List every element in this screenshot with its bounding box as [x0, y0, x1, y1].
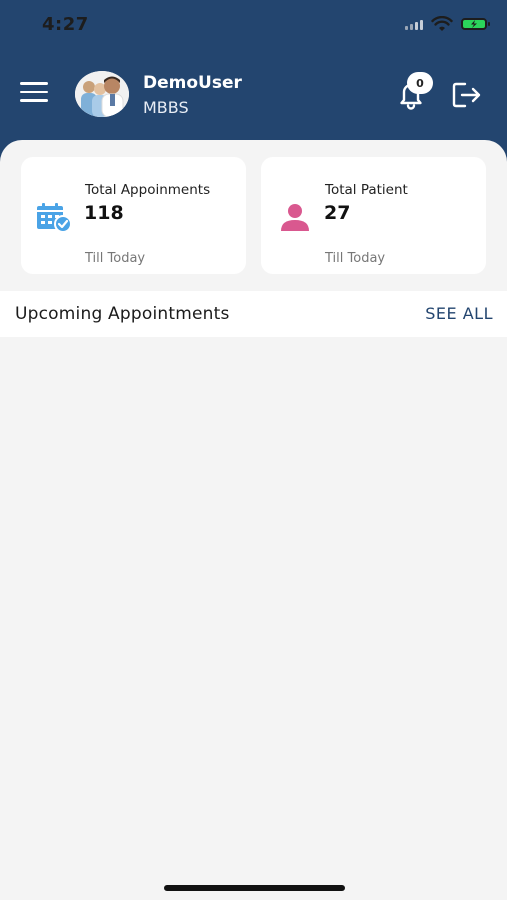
logout-icon [452, 82, 481, 108]
logout-button[interactable] [451, 80, 483, 110]
notification-badge: 0 [407, 72, 433, 94]
user-degree: MBBS [143, 98, 189, 117]
avatar[interactable] [75, 71, 129, 117]
user-name: DemoUser [143, 73, 242, 93]
main-content: Total Appoinments 118 Till Today Total P… [0, 140, 507, 900]
card-title: Total Patient [325, 182, 408, 198]
total-appointments-card[interactable]: Total Appoinments 118 Till Today [21, 157, 246, 274]
menu-icon [20, 82, 48, 102]
card-value: 118 [84, 202, 124, 224]
doctor-avatar-image [75, 71, 129, 117]
upcoming-appointments-header: Upcoming Appointments SEE ALL [0, 291, 507, 337]
menu-button[interactable] [20, 82, 48, 104]
status-time: 4:27 [42, 14, 89, 35]
card-title: Total Appoinments [85, 182, 211, 198]
card-value: 27 [324, 202, 351, 224]
card-subtitle: Till Today [325, 251, 386, 266]
see-all-button[interactable]: SEE ALL [425, 304, 493, 323]
calendar-check-icon [37, 203, 72, 233]
section-title: Upcoming Appointments [15, 304, 230, 324]
card-subtitle: Till Today [85, 251, 146, 266]
signal-icon [405, 18, 423, 30]
home-indicator[interactable] [164, 885, 345, 891]
total-patient-card[interactable]: Total Patient 27 Till Today [261, 157, 486, 274]
battery-charging-icon [461, 18, 490, 30]
wifi-icon [431, 16, 453, 31]
person-icon [281, 204, 309, 231]
status-icons [405, 16, 490, 32]
